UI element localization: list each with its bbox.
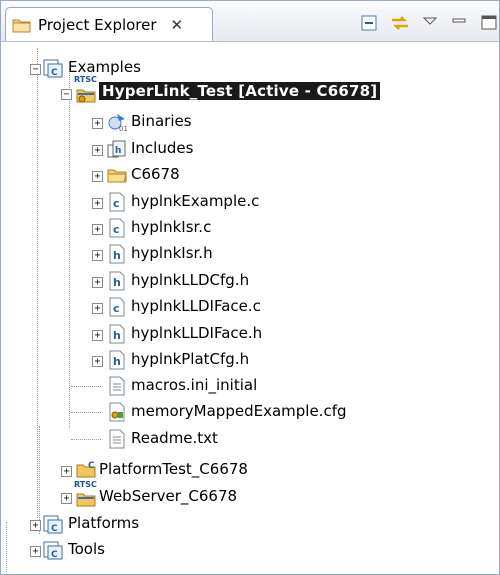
svg-text:c: c bbox=[113, 223, 120, 236]
text-file-icon bbox=[109, 429, 125, 449]
text-file-icon bbox=[109, 376, 125, 396]
c-source-file-icon: c bbox=[109, 297, 125, 317]
folder-icon bbox=[107, 169, 127, 183]
expand-toggle[interactable]: + bbox=[92, 277, 103, 288]
header-file-icon: h bbox=[109, 324, 125, 344]
expand-toggle[interactable]: + bbox=[92, 171, 103, 182]
tree-item-file[interactable]: + h hyplnkLLDCfg.h bbox=[1, 269, 301, 293]
binaries-icon: 01 bbox=[108, 114, 127, 132]
expand-toggle[interactable]: + bbox=[92, 303, 103, 314]
tree-item-file[interactable]: + c hyplnkLLDIFace.c bbox=[1, 295, 301, 319]
tree-label: hyplnkIsr.h bbox=[131, 244, 213, 262]
working-set-icon: C bbox=[43, 541, 63, 560]
tree-label: Readme.txt bbox=[131, 429, 218, 447]
tree-label: C6678 bbox=[131, 165, 180, 183]
tree-item-includes[interactable]: + h Includes bbox=[1, 137, 301, 161]
expand-toggle[interactable]: + bbox=[92, 224, 103, 235]
tree-label: Tools bbox=[68, 540, 105, 558]
view-tab-bar: Project Explorer ✕ bbox=[1, 1, 499, 42]
maximize-icon[interactable] bbox=[479, 13, 500, 33]
header-file-icon: h bbox=[109, 350, 125, 370]
tree-item-file[interactable]: + c hyplnkIsr.c bbox=[1, 216, 301, 240]
tree-item-examples[interactable]: − C Examples bbox=[1, 56, 301, 80]
header-file-icon: h bbox=[109, 271, 125, 291]
tree-label: hyplnkPlatCfg.h bbox=[131, 350, 250, 368]
expand-toggle[interactable]: + bbox=[30, 546, 41, 557]
svg-text:C: C bbox=[51, 68, 58, 78]
expand-toggle[interactable]: + bbox=[92, 198, 103, 209]
includes-icon: h bbox=[107, 140, 126, 158]
collapse-all-icon[interactable] bbox=[359, 13, 381, 33]
svg-text:01: 01 bbox=[119, 125, 127, 132]
project-explorer-tab[interactable]: Project Explorer ✕ bbox=[5, 7, 213, 41]
working-set-icon: C bbox=[43, 515, 63, 534]
tree-label: PlatformTest_C6678 bbox=[99, 460, 248, 478]
tree-label: hyplnkExample.c bbox=[131, 192, 260, 210]
expand-toggle[interactable]: + bbox=[92, 330, 103, 341]
minimize-icon[interactable] bbox=[449, 13, 471, 33]
tree-label: hyplnkLLDIFace.h bbox=[131, 324, 263, 342]
expand-toggle[interactable]: + bbox=[92, 145, 103, 156]
tree-item-tools[interactable]: + C Tools bbox=[1, 538, 301, 562]
tree-item-file[interactable]: + h hyplnkPlatCfg.h bbox=[1, 348, 301, 372]
expand-toggle[interactable]: + bbox=[92, 250, 103, 261]
svg-text:h: h bbox=[113, 355, 121, 368]
c-project-icon: C bbox=[76, 461, 96, 478]
svg-text:c: c bbox=[113, 302, 120, 315]
tree-label: Examples bbox=[68, 58, 141, 76]
expand-toggle[interactable]: + bbox=[92, 118, 103, 129]
rtsc-badge: RTSC bbox=[74, 75, 97, 84]
svg-text:C: C bbox=[88, 461, 95, 471]
tree-label: macros.ini_initial bbox=[131, 376, 258, 394]
expand-toggle[interactable]: + bbox=[61, 466, 72, 477]
working-set-icon: C bbox=[43, 59, 63, 78]
svg-text:h: h bbox=[115, 146, 121, 156]
svg-text:h: h bbox=[113, 276, 121, 289]
config-file-icon bbox=[109, 402, 125, 422]
project-explorer-view: Project Explorer ✕ − C Examples − RTSC H… bbox=[0, 0, 500, 575]
rtsc-project-icon bbox=[76, 89, 96, 103]
tree-item-file[interactable]: macros.ini_initial bbox=[1, 374, 321, 398]
svg-text:h: h bbox=[113, 329, 121, 342]
collapse-toggle[interactable]: − bbox=[30, 64, 41, 75]
tree-label: hyplnkLLDCfg.h bbox=[131, 271, 250, 289]
tree-label: Platforms bbox=[68, 514, 140, 532]
tree-label: memoryMappedExample.cfg bbox=[131, 402, 347, 420]
tree-label: HyperLink_Test [Active - C6678] bbox=[99, 82, 381, 100]
tree-item-file[interactable]: Readme.txt bbox=[1, 427, 301, 451]
svg-text:h: h bbox=[113, 249, 121, 262]
expand-toggle[interactable]: + bbox=[30, 520, 41, 531]
header-file-icon: h bbox=[109, 244, 125, 264]
view-title: Project Explorer bbox=[38, 15, 157, 34]
tree-item-c6678-folder[interactable]: + C6678 bbox=[1, 163, 301, 187]
collapse-toggle[interactable]: − bbox=[61, 89, 72, 100]
tree-item-file[interactable]: + h hyplnkIsr.h bbox=[1, 242, 301, 266]
tree-label: WebServer_C6678 bbox=[99, 487, 238, 505]
tree-label: Includes bbox=[131, 139, 194, 157]
c-source-file-icon: c bbox=[109, 218, 125, 238]
link-with-editor-icon[interactable] bbox=[389, 13, 411, 33]
tree-item-file[interactable]: memoryMappedExample.cfg bbox=[1, 400, 381, 424]
rtsc-project-icon bbox=[76, 493, 96, 507]
tree-item-binaries[interactable]: + 01 Binaries bbox=[1, 110, 301, 134]
tree-item-platformtest-project[interactable]: + C PlatformTest_C6678 bbox=[1, 458, 321, 482]
tree-label: hyplnkLLDIFace.c bbox=[131, 297, 261, 315]
view-menu-icon[interactable] bbox=[419, 13, 441, 33]
c-source-file-icon: c bbox=[109, 192, 125, 212]
tree-label: Binaries bbox=[131, 112, 192, 130]
tree-item-webserver-project[interactable]: + RTSC WebServer_C6678 bbox=[1, 480, 321, 509]
project-explorer-icon bbox=[12, 19, 31, 32]
tree-item-platforms[interactable]: + C Platforms bbox=[1, 512, 301, 536]
tree-item-hyperlink-test[interactable]: − RTSC HyperLink_Test [Active - C6678] bbox=[1, 75, 441, 105]
expand-toggle[interactable]: + bbox=[61, 493, 72, 504]
tree-item-file[interactable]: + c hyplnkExample.c bbox=[1, 190, 301, 214]
expand-toggle[interactable]: + bbox=[92, 356, 103, 367]
tree-item-file[interactable]: + h hyplnkLLDIFace.h bbox=[1, 322, 301, 346]
svg-text:C: C bbox=[51, 524, 58, 534]
tree-label: hyplnkIsr.c bbox=[131, 218, 212, 236]
close-tab-icon[interactable]: ✕ bbox=[171, 16, 184, 34]
svg-text:C: C bbox=[51, 550, 58, 560]
project-tree: − C Examples − RTSC HyperLink_Test [Acti… bbox=[1, 42, 499, 574]
svg-text:c: c bbox=[113, 197, 120, 210]
